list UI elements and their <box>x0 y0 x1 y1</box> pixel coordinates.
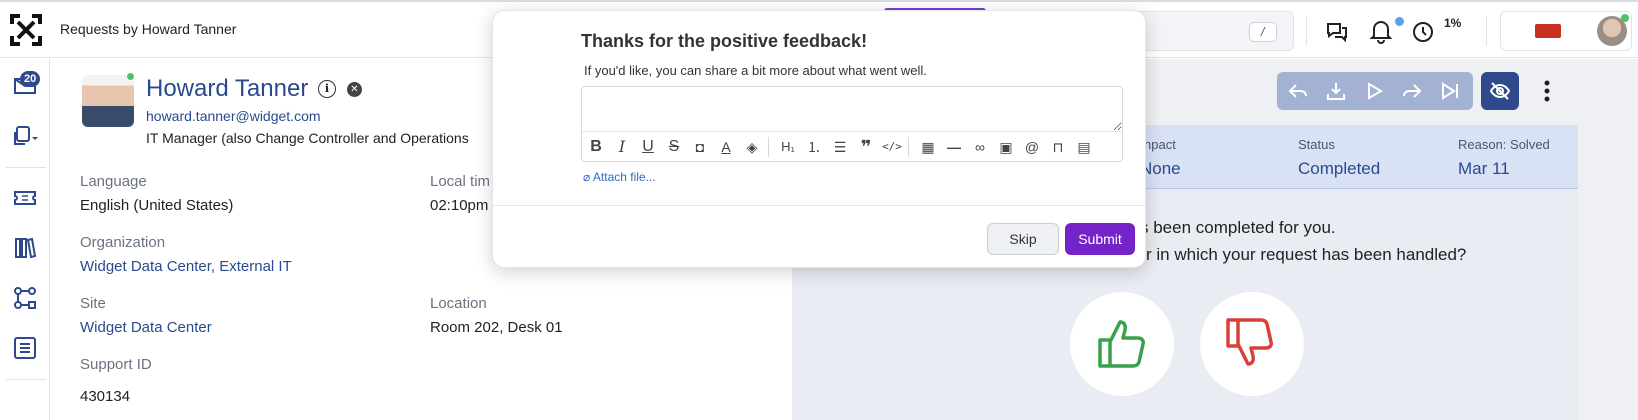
copy-dropdown-icon[interactable] <box>12 123 38 149</box>
fill-icon[interactable]: ◈ <box>742 137 762 157</box>
image-icon[interactable]: ▣ <box>996 137 1016 157</box>
play-icon[interactable] <box>1363 80 1385 102</box>
bell-icon[interactable] <box>1368 18 1394 44</box>
company-logo <box>1535 24 1561 38</box>
status-value: Completed <box>1298 159 1381 178</box>
language-value: English (United States) <box>80 197 234 214</box>
kebab-icon[interactable] <box>1544 80 1550 102</box>
person-name[interactable]: Howard Tanner <box>146 75 308 103</box>
bookmark-icon[interactable]: ⊓ <box>1048 137 1068 157</box>
inbox-badge: 20 <box>20 71 41 87</box>
ticket-icon[interactable] <box>12 185 38 211</box>
ordered-list-icon[interactable]: ⒈ <box>804 137 824 157</box>
local-time-label: Local tim <box>430 173 491 190</box>
submit-button[interactable]: Submit <box>1065 223 1135 255</box>
skip-button[interactable]: Skip <box>987 223 1059 255</box>
timer-icon[interactable] <box>1410 18 1436 44</box>
online-status-dot <box>126 72 135 81</box>
notification-dot <box>1395 17 1404 26</box>
online-status-dot <box>1621 14 1629 22</box>
close-icon[interactable]: ✕ <box>347 82 362 97</box>
organization-link[interactable]: Widget Data Center, External IT <box>80 258 292 275</box>
page-title: Requests by Howard Tanner <box>60 21 237 37</box>
heading-icon[interactable]: H₁ <box>778 137 798 157</box>
strikethrough-icon[interactable]: S <box>664 137 684 157</box>
snippet-icon[interactable]: ▤ <box>1074 137 1094 157</box>
site-label: Site <box>80 295 106 312</box>
attach-file-label: Attach file... <box>592 170 656 184</box>
status-label: Status <box>1298 137 1335 152</box>
download-icon[interactable] <box>1325 80 1347 102</box>
search-shortcut-key: / <box>1249 22 1277 42</box>
completion-message: s been completed for you. <box>1140 218 1336 237</box>
thumbs-up-icon <box>1098 320 1145 368</box>
toolbar-divider <box>908 137 909 157</box>
support-id-label: Support ID <box>80 356 152 373</box>
modal-title: Thanks for the positive feedback! <box>581 31 868 51</box>
profile-photo <box>82 75 134 127</box>
info-icon[interactable]: i <box>318 80 336 98</box>
language-label: Language <box>80 173 147 190</box>
site-link[interactable]: Widget Data Center <box>80 319 212 336</box>
local-time-value: 02:10pm <box>430 197 489 214</box>
workflow-icon[interactable] <box>12 285 38 311</box>
forward-icon[interactable] <box>1401 80 1423 102</box>
location-label: Location <box>430 295 487 312</box>
sidebar: 20 <box>0 59 50 420</box>
reason-value: Mar 11 <box>1458 159 1510 178</box>
progress-percent: 1% <box>1444 16 1462 30</box>
text-color-icon[interactable]: A <box>716 137 736 157</box>
support-id-value: 430134 <box>80 388 131 405</box>
navigation-toolbar <box>1277 72 1473 110</box>
thumbs-down-icon <box>1226 318 1273 366</box>
email-link[interactable]: howard.tanner@widget.com <box>146 108 321 124</box>
underline-icon[interactable]: U <box>638 137 658 157</box>
header-divider <box>1306 16 1307 46</box>
quote-icon[interactable]: ❞ <box>856 137 876 157</box>
organization-label: Organization <box>80 234 166 251</box>
highlight-icon[interactable]: ◘ <box>690 137 710 157</box>
sidebar-divider <box>6 379 46 380</box>
bold-icon[interactable]: B <box>586 137 606 157</box>
reason-label: Reason: Solved <box>1458 137 1550 152</box>
code-icon[interactable]: </> <box>882 137 902 157</box>
hide-button[interactable] <box>1481 72 1519 110</box>
library-icon[interactable] <box>12 235 38 261</box>
user-menu[interactable] <box>1500 11 1632 51</box>
bullet-list-icon[interactable]: ☰ <box>830 137 850 157</box>
thumbs-up-button[interactable] <box>1070 292 1174 396</box>
link-icon[interactable]: ∞ <box>970 137 990 157</box>
header-divider <box>1486 16 1487 46</box>
skip-end-icon[interactable] <box>1439 80 1461 102</box>
thumbs-down-button[interactable] <box>1200 292 1304 396</box>
table-icon[interactable]: ▦ <box>918 137 938 157</box>
feedback-editor: B I U S ◘ A ◈ H₁ ⒈ ☰ ❞ </> ▦ — ∞ ▣ @ ⊓ ▤ <box>581 86 1123 162</box>
feedback-question: r in which your request has been handled… <box>1146 245 1467 264</box>
chat-icon[interactable] <box>1324 18 1350 44</box>
modal-divider <box>493 205 1145 206</box>
impact-label: npact <box>1144 137 1176 152</box>
app-logo-icon[interactable] <box>8 12 44 48</box>
eye-off-icon <box>1489 82 1511 100</box>
toolbar-divider <box>768 137 769 157</box>
paperclip-icon: ⌀ <box>583 170 591 184</box>
feedback-textarea[interactable] <box>582 87 1122 131</box>
location-value: Room 202, Desk 01 <box>430 319 563 336</box>
sidebar-divider <box>6 167 46 168</box>
horizontal-rule-icon[interactable]: — <box>944 137 964 157</box>
feedback-modal: Thanks for the positive feedback! If you… <box>492 10 1146 268</box>
spreadsheet-icon[interactable] <box>12 335 38 361</box>
impact-value: None <box>1140 159 1181 178</box>
job-title: IT Manager (also Change Controller and O… <box>146 130 469 146</box>
attach-file-link[interactable]: ⌀ Attach file... <box>583 170 656 184</box>
mention-icon[interactable]: @ <box>1022 137 1042 157</box>
modal-subtitle: If you'd like, you can share a bit more … <box>584 63 927 78</box>
editor-toolbar: B I U S ◘ A ◈ H₁ ⒈ ☰ ❞ </> ▦ — ∞ ▣ @ ⊓ ▤ <box>582 131 1122 161</box>
reply-icon[interactable] <box>1287 80 1309 102</box>
italic-icon[interactable]: I <box>612 137 632 157</box>
